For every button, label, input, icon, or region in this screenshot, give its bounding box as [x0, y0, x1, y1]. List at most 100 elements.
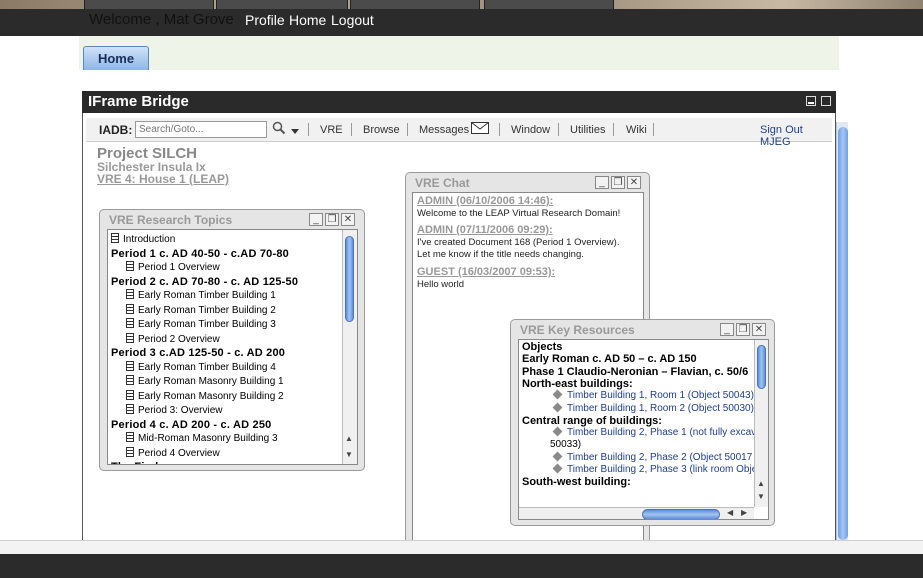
chevron-down-icon[interactable]: [291, 126, 299, 138]
resource-heading: Early Roman c. AD 50 – c. AD 150: [522, 353, 697, 365]
scroll-down-icon[interactable]: ▼: [757, 492, 765, 501]
resource-label: Timber Building 2, Phase 1 (not fully ex…: [567, 427, 757, 439]
topic-label: Early Roman Timber Building 2: [138, 304, 276, 316]
panel-title: VRE Research Topics: [109, 213, 233, 227]
topic-heading[interactable]: The Finds: [111, 461, 165, 464]
banner-tab: [350, 0, 480, 9]
topic-label: Mid-Roman Masonry Building 3: [138, 433, 278, 444]
search-input[interactable]: [135, 121, 267, 138]
menu-wiki[interactable]: Wiki: [626, 124, 647, 136]
menu-utilities[interactable]: Utilities: [570, 124, 605, 136]
search-icon[interactable]: [272, 121, 286, 135]
topic-item[interactable]: Early Roman Masonry Building 2: [126, 389, 284, 402]
topic-label: Early Roman Timber Building 3: [138, 319, 276, 330]
resource-link[interactable]: Timber Building 2, Phase 3 (link room Ob…: [522, 463, 758, 475]
menu-separator: [653, 123, 654, 136]
topic-label: Period 2 c. AD 70-80 - c. AD 125-50: [111, 275, 299, 288]
key-resources-list: Objects Early Roman c. AD 50 – c. AD 150 P…: [518, 339, 769, 520]
menu-separator: [558, 123, 559, 136]
scrollbar-thumb[interactable]: [345, 236, 354, 322]
document-icon: [126, 318, 134, 328]
diamond-bullet-icon: [552, 451, 563, 462]
sign-out-link[interactable]: Sign Out MJEG: [760, 124, 832, 148]
document-icon: [126, 375, 134, 385]
iframe-title: IFrame Bridge: [82, 91, 836, 113]
minimize-icon[interactable]: _: [595, 176, 609, 189]
scroll-up-icon[interactable]: ▲: [757, 479, 765, 488]
scrollbar-thumb[interactable]: [757, 345, 766, 389]
topic-heading[interactable]: Period 3 c.AD 125-50 - c. AD 200: [111, 347, 285, 359]
resource-label: Timber Building 2, Phase 3 (link room Ob…: [567, 464, 758, 475]
resource-heading: Phase 1 Claudio-Neronian – Flavian, c. 5…: [522, 366, 748, 378]
restore-icon[interactable]: ❐: [736, 323, 750, 336]
topic-item[interactable]: Introduction: [111, 233, 175, 245]
menu-messages[interactable]: Messages: [419, 124, 469, 136]
close-icon[interactable]: ✕: [341, 213, 355, 226]
menu-browse[interactable]: Browse: [363, 124, 400, 136]
scroll-down-icon[interactable]: ▼: [345, 450, 353, 459]
logout-link[interactable]: Logout: [331, 12, 374, 28]
topic-label: Period 1 Overview: [138, 262, 220, 273]
chat-message-header: ADMIN (07/11/2006 09:29):: [417, 224, 553, 236]
resource-label: North-east buildings:: [522, 377, 633, 390]
resource-link[interactable]: Timber Building 1, Room 2 (Object 50030): [522, 402, 754, 414]
maximize-icon[interactable]: [821, 96, 831, 106]
topic-item[interactable]: Early Roman Timber Building 4: [126, 360, 276, 373]
topic-label: Period 4 Overview: [138, 447, 220, 459]
resource-link[interactable]: Timber Building 1, Room 1 (Object 50043): [522, 389, 754, 401]
profile-link[interactable]: Profile: [245, 12, 285, 28]
topic-heading[interactable]: Period 2 c. AD 70-80 - c. AD 125-50: [111, 276, 298, 288]
topic-item[interactable]: Period 4 Overview: [126, 446, 220, 459]
page-scrollbar[interactable]: [836, 122, 848, 540]
restore-icon[interactable]: ❐: [325, 213, 339, 226]
menu-window[interactable]: Window: [511, 124, 550, 136]
home-link[interactable]: Home: [289, 12, 326, 28]
topic-item[interactable]: Period 2 Overview: [126, 332, 220, 345]
scroll-left-icon[interactable]: ◀: [727, 508, 733, 517]
scroll-right-icon[interactable]: ▶: [741, 508, 747, 517]
menu-separator: [351, 123, 352, 136]
topic-heading[interactable]: Period 1 c. AD 40-50 - c.AD 70-80: [111, 248, 289, 260]
tab-home[interactable]: Home: [83, 46, 149, 70]
minimize-icon[interactable]: [806, 96, 816, 106]
resources-hscrollbar[interactable]: ◀ ▶: [519, 507, 754, 519]
panel-title: VRE Key Resources: [520, 323, 635, 337]
resource-label: Phase 1 Claudio-Neronian – Flavian, c. 5…: [522, 365, 749, 378]
diamond-bullet-icon: [552, 402, 563, 412]
chat-message-text: Let me know if the title needs changing.: [417, 249, 584, 260]
iadb-label: IADB:: [99, 123, 133, 137]
resource-heading: Objects: [522, 341, 562, 353]
topic-item[interactable]: Early Roman Timber Building 2: [126, 303, 276, 316]
resource-link[interactable]: Timber Building 2, Phase 1 (not fully ex…: [522, 426, 757, 439]
close-icon[interactable]: ✕: [752, 323, 766, 336]
close-icon[interactable]: ✕: [627, 176, 641, 189]
scroll-up-icon[interactable]: ▲: [345, 434, 353, 443]
resource-link[interactable]: Timber Building 2, Phase 2 (Object 50017: [522, 451, 752, 463]
topics-scrollbar[interactable]: ▲ ▼: [342, 230, 357, 464]
topic-item[interactable]: Early Roman Timber Building 1: [126, 289, 276, 301]
topic-item[interactable]: Period 3: Overview: [126, 404, 222, 416]
envelope-icon[interactable]: [471, 122, 489, 137]
topic-item[interactable]: Mid-Roman Masonry Building 3: [126, 432, 278, 444]
resources-scrollbar[interactable]: ▲ ▼: [754, 340, 768, 507]
banner-tab: [216, 0, 348, 9]
restore-icon[interactable]: ❐: [611, 176, 625, 189]
minimize-icon[interactable]: _: [720, 323, 734, 336]
key-resources-panel: VRE Key Resources _ ❐ ✕ Objects Early Rom…: [510, 319, 775, 526]
topic-heading[interactable]: Period 4 c. AD 200 - c. AD 250: [111, 419, 271, 431]
minimize-icon[interactable]: _: [309, 213, 323, 226]
document-icon: [126, 261, 134, 271]
resource-label: Objects: [522, 341, 563, 353]
menu-separator: [308, 123, 309, 136]
scrollbar-thumb[interactable]: [838, 127, 848, 540]
topic-item[interactable]: Period 1 Overview: [126, 261, 220, 273]
research-topics-list: Introduction Period 1 c. AD 40-50 - c.AD …: [107, 229, 358, 465]
topic-item[interactable]: Early Roman Timber Building 3: [126, 318, 276, 330]
project-vre-link[interactable]: VRE 4: House 1 (LEAP): [97, 172, 229, 186]
panel-title: VRE Chat: [415, 176, 470, 190]
scrollbar-thumb[interactable]: [642, 509, 720, 519]
topic-label: Introduction: [123, 234, 176, 245]
menu-separator: [407, 123, 408, 136]
menu-vre[interactable]: VRE: [320, 124, 343, 136]
topic-item[interactable]: Early Roman Masonry Building 1: [126, 375, 284, 387]
